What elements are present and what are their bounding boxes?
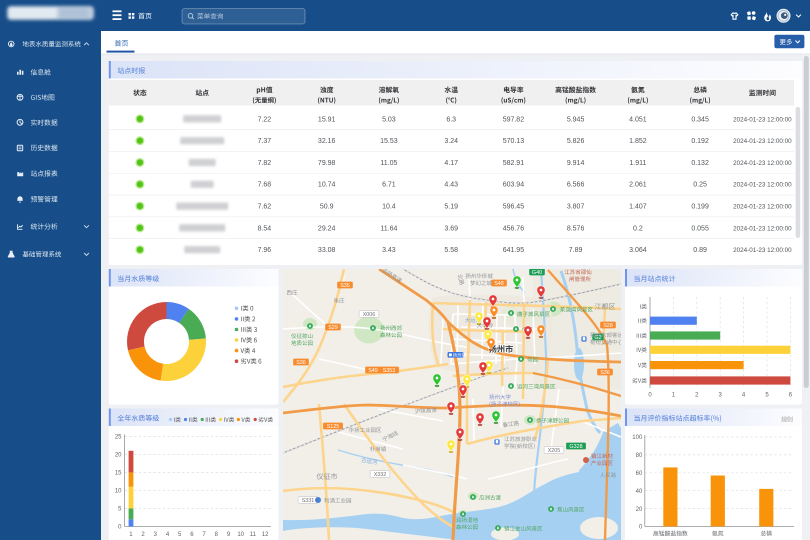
svg-text:7.96: 7.96 [258, 247, 272, 254]
svg-text:570.13: 570.13 [503, 138, 525, 145]
svg-text:50.9: 50.9 [320, 204, 334, 211]
svg-text:2024-01-23 12:00:00: 2024-01-23 12:00:00 [733, 204, 792, 211]
svg-text:5.58: 5.58 [444, 247, 458, 254]
svg-text:0.192: 0.192 [691, 138, 709, 145]
svg-text:0.345: 0.345 [691, 116, 709, 123]
svg-text:5.826: 5.826 [567, 138, 585, 145]
svg-text:7.22: 7.22 [258, 116, 272, 123]
svg-text:60: 60 [636, 471, 643, 477]
svg-text:10.74: 10.74 [318, 182, 336, 189]
svg-text:15: 15 [115, 471, 122, 477]
svg-text:582.91: 582.91 [503, 160, 525, 167]
svg-text:10.4: 10.4 [382, 204, 396, 211]
svg-text:456.76: 456.76 [503, 225, 525, 232]
svg-text:8.576: 8.576 [567, 225, 585, 232]
svg-text:0.055: 0.055 [691, 225, 709, 232]
svg-text:X205: X205 [548, 448, 561, 454]
svg-text:0.2: 0.2 [633, 225, 643, 232]
svg-text:2024-01-23 12:00:00: 2024-01-23 12:00:00 [733, 138, 792, 145]
svg-text:6.71: 6.71 [382, 182, 396, 189]
svg-text:3.43: 3.43 [382, 247, 396, 254]
svg-text:7.68: 7.68 [258, 182, 272, 189]
svg-text:596.45: 596.45 [503, 204, 525, 211]
svg-text:X332: X332 [374, 472, 387, 478]
svg-text:3.24: 3.24 [444, 138, 458, 145]
svg-text:8.54: 8.54 [258, 225, 272, 232]
svg-text:6.566: 6.566 [567, 182, 585, 189]
svg-text:603.94: 603.94 [503, 182, 525, 189]
svg-text:9.914: 9.914 [567, 160, 585, 167]
svg-text:40: 40 [636, 489, 643, 495]
svg-text:G328: G328 [569, 444, 582, 450]
svg-text:2024-01-23 12:00:00: 2024-01-23 12:00:00 [733, 116, 792, 123]
svg-text:G40: G40 [532, 270, 542, 276]
svg-text:5.19: 5.19 [444, 204, 458, 211]
svg-text:10: 10 [115, 489, 122, 495]
svg-text:79.98: 79.98 [318, 160, 336, 167]
svg-text:100: 100 [632, 435, 643, 441]
svg-text:S48: S48 [494, 281, 504, 287]
svg-text:S28: S28 [603, 323, 613, 329]
svg-text:20: 20 [636, 507, 643, 513]
svg-text:3.69: 3.69 [444, 225, 458, 232]
svg-text:S36: S36 [600, 370, 610, 376]
svg-text:7.82: 7.82 [258, 160, 272, 167]
svg-text:0.89: 0.89 [693, 247, 707, 254]
svg-text:S49: S49 [368, 368, 378, 374]
svg-text:1.407: 1.407 [629, 204, 647, 211]
svg-text:1.911: 1.911 [629, 160, 646, 167]
svg-text:5.03: 5.03 [382, 116, 396, 123]
svg-text:1.852: 1.852 [629, 138, 647, 145]
svg-text:S353: S353 [383, 368, 396, 374]
svg-text:11: 11 [250, 532, 257, 538]
svg-text:3.064: 3.064 [629, 247, 647, 254]
svg-text:3.807: 3.807 [567, 204, 585, 211]
svg-text:2024-01-23 12:00:00: 2024-01-23 12:00:00 [733, 225, 792, 232]
svg-text:33.08: 33.08 [318, 247, 336, 254]
svg-text:2024-01-23 12:00:00: 2024-01-23 12:00:00 [733, 182, 792, 189]
svg-text:20: 20 [115, 453, 122, 459]
svg-text:X006: X006 [363, 312, 376, 318]
svg-text:11.64: 11.64 [380, 225, 397, 232]
svg-text:2.061: 2.061 [629, 182, 647, 189]
svg-text:12: 12 [262, 532, 269, 538]
svg-text:7.89: 7.89 [569, 247, 583, 254]
svg-text:597.82: 597.82 [503, 116, 525, 123]
svg-text:0.199: 0.199 [691, 204, 709, 211]
svg-text:S125: S125 [327, 424, 340, 430]
svg-text:S29: S29 [328, 325, 338, 331]
svg-text:2024-01-23 12:00:00: 2024-01-23 12:00:00 [733, 160, 792, 167]
svg-text:S331: S331 [302, 498, 315, 504]
svg-text:0.25: 0.25 [693, 182, 707, 189]
svg-text:S36: S36 [296, 360, 306, 366]
svg-text:25: 25 [115, 435, 122, 441]
svg-text:7.37: 7.37 [258, 138, 272, 145]
svg-text:15.53: 15.53 [380, 138, 398, 145]
svg-text:4.43: 4.43 [444, 182, 458, 189]
svg-text:0.132: 0.132 [691, 160, 709, 167]
svg-text:G2: G2 [594, 335, 601, 341]
svg-text:29.24: 29.24 [318, 225, 336, 232]
svg-text:11.05: 11.05 [380, 160, 397, 167]
svg-text:15.91: 15.91 [318, 116, 336, 123]
svg-text:32.16: 32.16 [318, 138, 336, 145]
svg-text:2024-01-23 12:00:00: 2024-01-23 12:00:00 [733, 247, 792, 254]
svg-text:10: 10 [237, 532, 244, 538]
svg-text:4.17: 4.17 [444, 160, 458, 167]
svg-text:80: 80 [636, 453, 643, 459]
svg-text:641.95: 641.95 [503, 247, 525, 254]
svg-text:5.945: 5.945 [567, 116, 585, 123]
svg-text:S35: S35 [340, 283, 350, 289]
svg-text:4.051: 4.051 [629, 116, 647, 123]
svg-text:6.3: 6.3 [446, 116, 456, 123]
svg-text:7.62: 7.62 [258, 204, 272, 211]
